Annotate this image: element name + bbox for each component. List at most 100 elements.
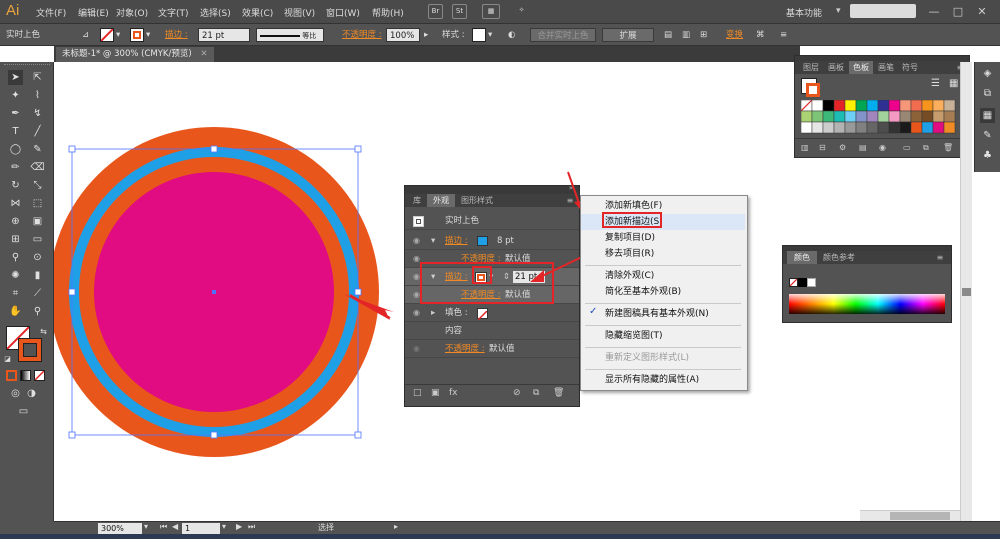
- edit-colors-icon[interactable]: ◉: [879, 143, 886, 152]
- options-menu-icon[interactable]: ≡: [780, 28, 787, 42]
- stroke-color-box[interactable]: [18, 338, 42, 362]
- vertical-scroll-thumb[interactable]: [962, 288, 971, 296]
- maximize-button[interactable]: □: [948, 3, 968, 20]
- shape-builder-tool-icon[interactable]: ⊕: [8, 214, 23, 229]
- tab-swatches[interactable]: 色板: [849, 61, 873, 74]
- swatch-options-icon[interactable]: ⚙: [839, 143, 846, 152]
- zoom-tool-icon[interactable]: ⚲: [30, 304, 45, 319]
- type-tool-icon[interactable]: T: [8, 124, 23, 139]
- panel-title-bar[interactable]: »: [405, 184, 579, 194]
- delete-swatch-icon[interactable]: 🗑: [943, 143, 953, 152]
- brush-profile-select[interactable]: 等比: [256, 28, 324, 42]
- opacity-label[interactable]: 不透明度 :: [342, 28, 382, 42]
- fill-dropdown-icon[interactable]: ▾: [116, 28, 120, 42]
- tab-libraries[interactable]: 库: [409, 194, 425, 207]
- artboard-dropdown-icon[interactable]: ▾: [222, 522, 226, 531]
- artboard-number-field[interactable]: 1: [182, 523, 220, 534]
- workspace-switcher[interactable]: 基本功能: [786, 6, 822, 19]
- swatches-dock-icon[interactable]: ▦: [980, 108, 995, 123]
- menu-item-remove-item[interactable]: 移去项目(R): [581, 246, 745, 262]
- first-artboard-icon[interactable]: ⏮: [160, 522, 167, 532]
- show-kinds-icon[interactable]: ⊟: [819, 143, 826, 152]
- new-group-icon[interactable]: ▭: [903, 143, 911, 152]
- appearance-row-fill[interactable]: ◉ ▸ 填色 :: [405, 304, 579, 322]
- align-center-icon[interactable]: ▥: [682, 28, 690, 42]
- expand-triangle-icon[interactable]: ▾: [431, 232, 435, 250]
- lasso-tool-icon[interactable]: ⌇: [30, 88, 45, 103]
- stroke-swatch[interactable]: [130, 28, 144, 42]
- distribute-icon[interactable]: ⊞: [700, 28, 707, 42]
- appearance-row-contents[interactable]: 内容: [405, 322, 579, 340]
- symbol-sprayer-tool-icon[interactable]: ✺: [8, 268, 23, 283]
- hand-tool-icon[interactable]: ✋: [8, 304, 23, 319]
- menu-view[interactable]: 视图(V): [284, 6, 315, 19]
- search-input[interactable]: [850, 4, 916, 18]
- row-label[interactable]: 描边 :: [445, 232, 468, 250]
- visibility-eye-icon[interactable]: ◉: [413, 250, 420, 268]
- menu-edit[interactable]: 编辑(E): [78, 6, 109, 19]
- add-stroke-icon[interactable]: □: [413, 388, 422, 398]
- menu-file[interactable]: 文件(F): [36, 6, 66, 19]
- vertical-scrollbar[interactable]: [960, 62, 972, 521]
- swap-colors-icon[interactable]: ⇆: [36, 324, 51, 339]
- expand-button[interactable]: 扩展: [602, 28, 654, 42]
- new-swatch-icon[interactable]: ⧉: [923, 143, 929, 153]
- slice-tool-icon[interactable]: ⟋: [30, 286, 45, 301]
- gradient-tool-icon[interactable]: ▭: [30, 232, 45, 247]
- menu-effect[interactable]: 效果(C): [242, 6, 273, 19]
- default-colors-icon[interactable]: ◪: [0, 352, 15, 367]
- curvature-tool-icon[interactable]: ↯: [30, 106, 45, 121]
- gpu-icon[interactable]: ✧: [514, 4, 529, 19]
- stock-button[interactable]: St: [452, 4, 467, 19]
- next-artboard-icon[interactable]: ▶: [236, 522, 242, 531]
- status-dropdown-icon[interactable]: ▸: [394, 522, 398, 531]
- add-fill-icon[interactable]: ▣: [431, 388, 440, 398]
- gradient-mode-icon[interactable]: [20, 370, 31, 381]
- add-effect-icon[interactable]: fx: [449, 388, 458, 398]
- screen-mode-icon[interactable]: ▭: [16, 404, 31, 419]
- arrange-documents-icon[interactable]: ▦: [482, 4, 500, 19]
- transform-button[interactable]: 变换: [726, 28, 743, 42]
- recolor-icon[interactable]: ◐: [508, 28, 515, 42]
- bridge-button[interactable]: Br: [428, 4, 443, 19]
- minimize-button[interactable]: —: [924, 3, 944, 20]
- symbols-dock-icon[interactable]: ♣: [980, 148, 995, 163]
- menu-select[interactable]: 选择(S): [200, 6, 231, 19]
- direct-selection-tool-icon[interactable]: ⇱: [30, 70, 45, 85]
- current-stroke-swatch[interactable]: [806, 83, 820, 97]
- appearance-row-stroke-1[interactable]: ◉ ▾ 描边 : 8 pt: [405, 232, 579, 250]
- isolate-icon[interactable]: ⌘: [756, 28, 765, 42]
- menu-item-clear-appearance[interactable]: 清除外观(C): [581, 268, 745, 284]
- brushes-dock-icon[interactable]: ✎: [980, 128, 995, 143]
- swatch-grid[interactable]: [801, 100, 957, 134]
- mesh-tool-icon[interactable]: ⊞: [8, 232, 23, 247]
- panel-menu-icon[interactable]: ≡: [933, 251, 947, 264]
- row-value[interactable]: 8 pt: [497, 232, 514, 250]
- visibility-eye-icon[interactable]: ◉: [413, 340, 420, 358]
- line-tool-icon[interactable]: ╱: [30, 124, 45, 139]
- toolbar-grip[interactable]: [4, 64, 50, 68]
- fill-none-swatch[interactable]: [477, 308, 488, 321]
- free-transform-tool-icon[interactable]: ⬚: [30, 196, 45, 211]
- blend-tool-icon[interactable]: ⊙: [30, 250, 45, 265]
- opacity-field[interactable]: 100%: [386, 28, 420, 42]
- artboard-tool-icon[interactable]: ⌗: [8, 286, 23, 301]
- document-tab[interactable]: 未标题-1* @ 300% (CMYK/预览) ✕: [56, 47, 214, 62]
- previous-artboard-icon[interactable]: ◀: [172, 522, 178, 531]
- opacity-dropdown-icon[interactable]: ▸: [424, 28, 428, 42]
- tab-appearance[interactable]: 外观: [427, 194, 455, 207]
- align-left-icon[interactable]: ▤: [664, 28, 672, 42]
- align-icon[interactable]: ⊿: [82, 28, 89, 42]
- appearance-row-opacity-3[interactable]: ◉ 不透明度 : 默认值: [405, 340, 579, 358]
- collapse-triangle-icon[interactable]: ▸: [431, 304, 435, 322]
- visibility-eye-icon[interactable]: ◉: [413, 304, 420, 322]
- stroke-color-swatch[interactable]: [477, 236, 488, 246]
- artboards-dock-icon[interactable]: ⧉: [980, 86, 995, 101]
- current-tool-status[interactable]: 选择: [318, 522, 334, 533]
- row-label[interactable]: 填色 :: [445, 304, 468, 322]
- tab-symbols[interactable]: 符号: [899, 61, 921, 74]
- menu-window[interactable]: 窗口(W): [326, 6, 360, 19]
- tab-color[interactable]: 颜色: [787, 251, 817, 264]
- horizontal-scrollbar[interactable]: [860, 510, 960, 521]
- swatch-libraries-icon[interactable]: ▥: [801, 143, 809, 152]
